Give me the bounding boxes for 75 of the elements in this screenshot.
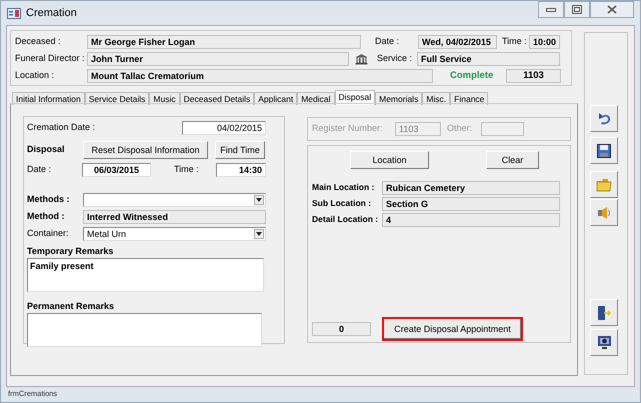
field-label: Funeral Director : — [15, 52, 86, 66]
dropdown-arrow-icon[interactable] — [254, 195, 264, 205]
close-button[interactable] — [590, 1, 634, 18]
field-label: Date : — [375, 35, 400, 48]
field-label: Sub Location : — [312, 197, 372, 210]
find-time-button[interactable]: Find Time — [215, 141, 265, 159]
tab[interactable]: Medical — [297, 92, 335, 105]
field-label: Temporary Remarks — [27, 245, 114, 257]
text-field[interactable]: Full Service — [417, 52, 560, 66]
minimize-button[interactable] — [538, 1, 564, 18]
remarks-field[interactable]: Family present — [27, 258, 264, 292]
text-field[interactable]: John Turner — [87, 52, 349, 66]
tab[interactable]: Misc. — [422, 92, 450, 105]
time-field[interactable]: 14:30 — [216, 163, 266, 177]
tab[interactable]: Finance — [450, 92, 488, 105]
monitor-icon — [596, 335, 612, 350]
field-label: Time : — [174, 163, 200, 176]
monitor-button[interactable] — [590, 329, 618, 356]
text-field[interactable]: 10:00 — [529, 35, 560, 49]
save-button[interactable] — [590, 137, 618, 164]
field-label: Location : — [15, 69, 56, 82]
tab[interactable]: Applicant — [254, 92, 298, 105]
speaker-button[interactable] — [590, 199, 618, 226]
section-label: Disposal — [27, 143, 66, 156]
text-field[interactable]: Mr George Fisher Logan — [87, 35, 361, 49]
undo-button[interactable] — [590, 105, 618, 132]
folder-icon — [596, 178, 612, 192]
location-button[interactable]: Location — [350, 150, 429, 168]
create-appointment-button[interactable]: Create Disposal Appointment — [382, 317, 523, 341]
field-label: Other: — [447, 122, 474, 136]
text-field[interactable]: Wed, 04/02/2015 — [418, 35, 497, 49]
field-label: Methods : — [27, 193, 70, 206]
field-label: Method : — [27, 210, 66, 224]
field-label: Service : — [377, 52, 414, 66]
reset-button[interactable]: Reset Disposal Information — [83, 141, 208, 159]
dropdown-arrow-icon[interactable] — [254, 229, 264, 239]
save-icon — [597, 144, 611, 158]
close-icon — [607, 5, 617, 14]
tab[interactable]: Deceased Details — [180, 92, 254, 105]
tab[interactable]: Disposal — [334, 90, 376, 105]
tab[interactable]: Service Details — [84, 92, 150, 105]
dropdown-field[interactable]: Metal Urn — [83, 227, 266, 241]
clear-button[interactable]: Clear — [486, 150, 539, 168]
field-label: Time : — [502, 35, 528, 48]
field-label: Register Number: — [312, 122, 384, 136]
speaker-icon — [596, 206, 612, 220]
minimize-icon — [546, 8, 556, 12]
field-label: Date : — [27, 163, 52, 176]
text-field[interactable]: Mount Tallac Crematorium — [87, 69, 433, 83]
restore-icon — [572, 5, 582, 14]
field-label: Deceased : — [15, 35, 62, 48]
tab[interactable]: Music — [149, 92, 180, 105]
undo-icon — [596, 111, 612, 126]
tab[interactable]: Memorials — [375, 92, 422, 105]
field-label: Cremation Date : — [27, 121, 96, 134]
date-field[interactable]: 06/03/2015 — [82, 163, 151, 177]
restore-button[interactable] — [564, 1, 590, 18]
status-text: Complete — [450, 68, 494, 83]
text-field[interactable]: 1103 — [506, 69, 561, 83]
remarks-field[interactable] — [27, 313, 262, 347]
exit-door-icon — [597, 304, 611, 320]
window-title: Cremation — [26, 6, 77, 21]
count-field: 0 — [312, 322, 371, 336]
field-label: Main Location : — [312, 181, 376, 194]
field-label: Container: — [27, 227, 70, 240]
folder-button[interactable] — [590, 171, 618, 198]
exit-door-button[interactable] — [590, 299, 618, 326]
field-label: Permanent Remarks — [27, 300, 116, 312]
app-icon — [7, 8, 21, 18]
date-field[interactable]: 04/02/2015 — [182, 121, 266, 135]
tab[interactable]: Initial Information — [12, 92, 85, 105]
field-label: Detail Location : — [312, 213, 380, 226]
building-icon[interactable] — [355, 53, 368, 65]
dropdown-value: Metal Urn — [87, 228, 126, 240]
dropdown-field[interactable] — [83, 193, 266, 207]
